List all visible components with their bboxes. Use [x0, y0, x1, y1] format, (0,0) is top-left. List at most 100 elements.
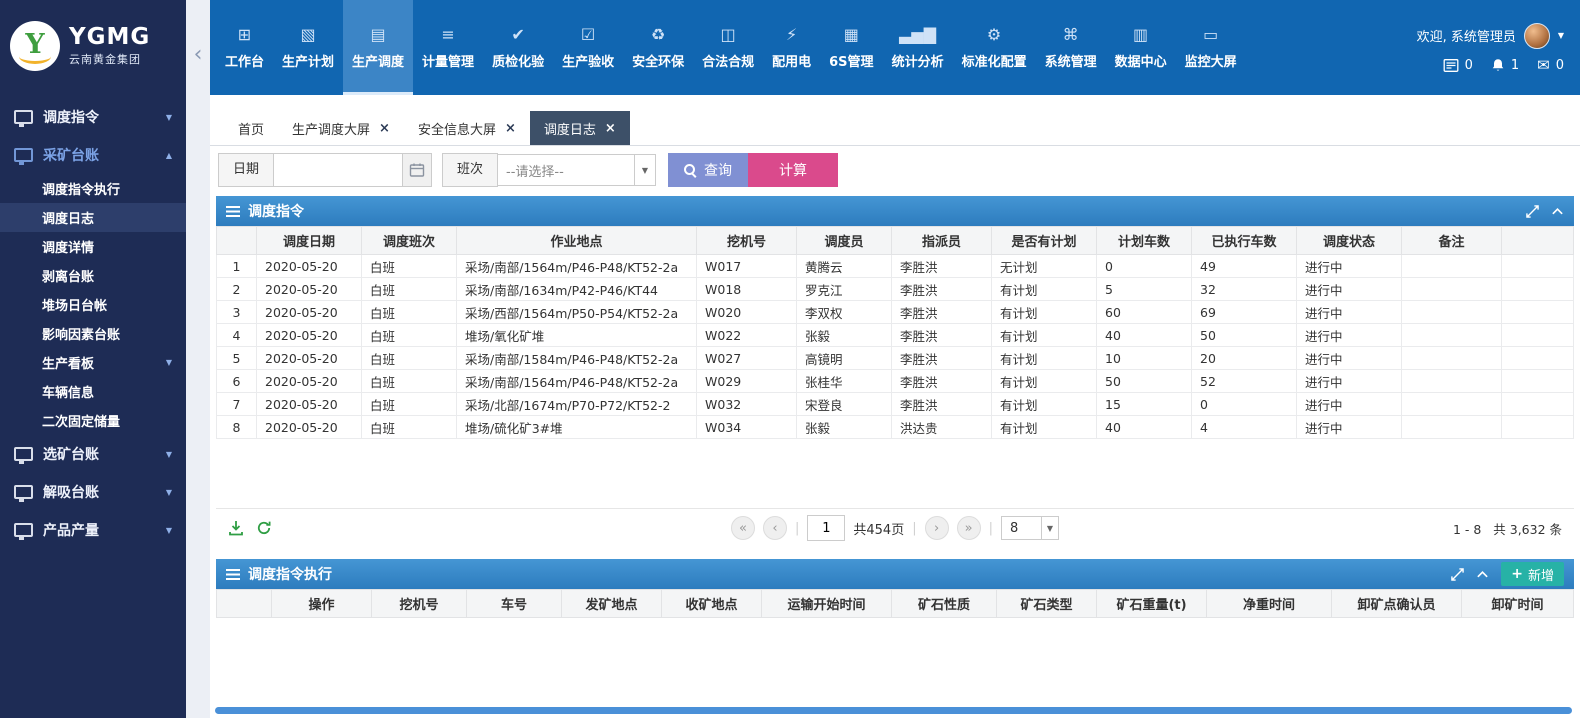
nav-item-6s[interactable]: ▦6S管理	[820, 0, 882, 95]
tab-close-icon[interactable]: ×	[505, 122, 516, 135]
prev-page-button[interactable]: ‹	[763, 516, 787, 540]
table-row[interactable]: 52020-05-20白班采场/南部/1584m/P46-P48/KT52-2a…	[217, 347, 1574, 370]
table-cell: 2020-05-20	[257, 301, 362, 324]
table-cell: 李胜洪	[892, 393, 992, 416]
nav-item-safety-env[interactable]: ♻安全环保	[623, 0, 693, 95]
pagination: « ‹ | 共454页 | › » | 8 ▼	[731, 515, 1059, 541]
nav-item-power[interactable]: ⚡配用电	[763, 0, 820, 95]
table-cell	[1402, 278, 1502, 301]
sidebar-item-stripping-ledger[interactable]: 剥离台账	[0, 261, 186, 290]
sidebar-item-beneficiation-ledger[interactable]: 选矿台账▼	[0, 435, 186, 473]
tab-production-dispatch-screen[interactable]: 生产调度大屏×	[278, 111, 404, 145]
export-download-icon[interactable]	[228, 520, 244, 536]
date-input[interactable]	[274, 154, 402, 186]
sidebar-item-desorption-ledger[interactable]: 解吸台账▼	[0, 473, 186, 511]
tab-close-icon[interactable]: ×	[605, 122, 616, 135]
sidebar-item-influence-factor-ledger[interactable]: 影响因素台账	[0, 319, 186, 348]
nav-item-production-plan[interactable]: ▧生产计划	[273, 0, 343, 95]
tab-safety-info-screen[interactable]: 安全信息大屏×	[404, 111, 530, 145]
user-dropdown-caret-icon[interactable]: ▼	[1558, 31, 1564, 40]
sidebar-item-mining-ledger[interactable]: 采矿台账▲	[0, 136, 186, 174]
todo-counter[interactable]: 0	[1443, 58, 1473, 73]
column-header: 发矿地点	[562, 590, 662, 618]
sidebar-item-secondary-fixed-reserve[interactable]: 二次固定储量	[0, 406, 186, 435]
horizontal-scrollbar[interactable]	[215, 707, 1572, 714]
table-row[interactable]: 42020-05-20白班堆场/氧化矿堆W022张毅李胜洪有计划4050进行中	[217, 324, 1574, 347]
column-header: 净重时间	[1207, 590, 1332, 618]
alert-counter[interactable]: 1	[1491, 58, 1519, 73]
nav-item-production-dispatch[interactable]: ▤生产调度	[343, 0, 413, 95]
sidebar-item-label: 调度指令	[43, 107, 99, 127]
table-cell	[1402, 393, 1502, 416]
table-cell: W018	[697, 278, 797, 301]
tab-label: 首页	[238, 119, 264, 138]
sidebar-collapse-handle[interactable]: ‹	[186, 0, 210, 718]
nav-item-acceptance[interactable]: ☑生产验收	[553, 0, 623, 95]
page-size-caret-icon: ▼	[1041, 517, 1058, 539]
nav-item-workbench[interactable]: ⊞工作台	[216, 0, 273, 95]
table-row[interactable]: 72020-05-20白班采场/北部/1674m/P70-P72/KT52-2W…	[217, 393, 1574, 416]
table-row[interactable]: 82020-05-20白班堆场/硫化矿3#堆W034张毅洪达贵有计划404进行中	[217, 416, 1574, 439]
monitor-icon	[14, 447, 33, 461]
safety-env-icon: ♻	[651, 26, 665, 44]
refresh-icon[interactable]	[256, 520, 272, 536]
table-cell: 张毅	[797, 416, 892, 439]
sidebar-item-label: 生产看板	[42, 353, 94, 372]
table-cell: W022	[697, 324, 797, 347]
nav-item-standard-config[interactable]: ⚙标准化配置	[953, 0, 1036, 95]
page-number-input[interactable]	[807, 515, 845, 541]
nav-item-label: 生产验收	[562, 51, 614, 70]
table-row[interactable]: 32020-05-20白班采场/西部/1564m/P50-P54/KT52-2a…	[217, 301, 1574, 324]
nav-item-compliance[interactable]: ◫合法合规	[693, 0, 763, 95]
calendar-icon[interactable]	[402, 154, 431, 186]
add-record-button[interactable]: + 新增	[1501, 562, 1564, 586]
message-counter[interactable]: ✉ 0	[1537, 58, 1564, 73]
sidebar-item-dispatch-log[interactable]: 调度日志	[0, 203, 186, 232]
table-row[interactable]: 62020-05-20白班采场/南部/1564m/P46-P48/KT52-2a…	[217, 370, 1574, 393]
sidebar-item-product-output[interactable]: 产品产量▼	[0, 511, 186, 549]
nav-item-system[interactable]: ⌘系统管理	[1036, 0, 1106, 95]
collapse-panel-icon[interactable]	[1551, 205, 1564, 218]
nav-item-statistics[interactable]: ▃▅▇统计分析	[883, 0, 953, 95]
calculate-button[interactable]: 计算	[748, 153, 838, 187]
sidebar-item-vehicle-info[interactable]: 车辆信息	[0, 377, 186, 406]
column-header: 矿石类型	[997, 590, 1097, 618]
notification-counters: 0 1 ✉ 0	[1443, 58, 1564, 73]
tab-close-icon[interactable]: ×	[379, 122, 390, 135]
table-cell: 进行中	[1297, 301, 1402, 324]
shift-select-caret-icon: ▼	[634, 155, 655, 185]
table-cell: 50	[1097, 370, 1192, 393]
column-header: 车号	[467, 590, 562, 618]
nav-item-data-center[interactable]: ▥数据中心	[1106, 0, 1176, 95]
tab-dispatch-log[interactable]: 调度日志×	[530, 111, 630, 145]
nav-item-quality[interactable]: ✔质检化验	[483, 0, 553, 95]
sidebar-item-production-board[interactable]: 生产看板▼	[0, 348, 186, 377]
table-cell: 69	[1192, 301, 1297, 324]
shift-select[interactable]: --请选择-- ▼	[498, 154, 656, 186]
sidebar-item-dispatch-command[interactable]: 调度指令▼	[0, 98, 186, 136]
collapse-panel-icon[interactable]	[1476, 568, 1489, 581]
nav-item-monitor-screen[interactable]: ▭监控大屏	[1176, 0, 1246, 95]
page-size-select[interactable]: 8 ▼	[1001, 516, 1059, 540]
last-page-button[interactable]: »	[957, 516, 981, 540]
nav-item-measurement[interactable]: ≡计量管理	[413, 0, 483, 95]
table-cell: 白班	[362, 370, 457, 393]
search-button[interactable]: 查询	[668, 153, 748, 187]
avatar[interactable]	[1524, 23, 1550, 49]
sidebar-item-dispatch-detail[interactable]: 调度详情	[0, 232, 186, 261]
table-cell: 2020-05-20	[257, 255, 362, 278]
next-page-button[interactable]: ›	[925, 516, 949, 540]
sidebar-item-yard-daily-ledger[interactable]: 堆场日台帐	[0, 290, 186, 319]
first-page-button[interactable]: «	[731, 516, 755, 540]
table-row[interactable]: 12020-05-20白班采场/南部/1564m/P46-P48/KT52-2a…	[217, 255, 1574, 278]
expand-panel-icon[interactable]	[1526, 205, 1539, 218]
sidebar-item-dispatch-command-execution[interactable]: 调度指令执行	[0, 174, 186, 203]
table-cell: 5	[1097, 278, 1192, 301]
list-icon	[226, 206, 240, 217]
table-row[interactable]: 22020-05-20白班采场/南部/1634m/P42-P46/KT44W01…	[217, 278, 1574, 301]
expand-panel-icon[interactable]	[1451, 568, 1464, 581]
shift-select-value: --请选择--	[506, 161, 564, 180]
table-cell: 洪达贵	[892, 416, 992, 439]
dispatch-command-table: 调度日期调度班次作业地点挖机号调度员指派员是否有计划计划车数已执行车数调度状态备…	[216, 226, 1574, 439]
tab-home[interactable]: 首页	[224, 111, 278, 145]
